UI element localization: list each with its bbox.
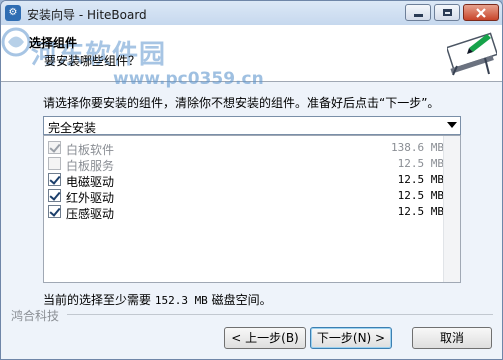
watermark-url: www.pc0359.cn — [113, 69, 264, 89]
component-size: 12.5 MB — [397, 157, 444, 170]
page-title: 选择组件 — [29, 36, 78, 50]
component-item[interactable]: 压感驱动 12.5 MB — [48, 204, 444, 221]
component-size: 12.5 MB — [397, 189, 444, 202]
install-type-dropdown[interactable]: 完全安装 — [43, 116, 461, 135]
footer-divider — [67, 314, 493, 315]
title-bar[interactable]: ⚙ 安装向导 - HiteBoard — [1, 1, 502, 25]
component-item: 白板服务 12.5 MB — [48, 156, 444, 173]
page-subtitle: 要安装哪些组件？ — [44, 54, 141, 68]
disk-space-suffix: 磁盘空间。 — [207, 293, 272, 307]
maximize-icon — [442, 9, 452, 16]
minimize-icon — [413, 14, 423, 17]
disk-space-prefix: 当前的选择至少需要 — [43, 293, 155, 307]
list-scrollbar[interactable] — [443, 136, 460, 282]
disk-space-value: 152.3 MB — [154, 294, 208, 307]
disk-space-text: 当前的选择至少需要 152.3 MB 磁盘空间。 — [43, 291, 272, 308]
component-item: 白板软件 138.6 MB — [48, 140, 444, 157]
component-checkbox[interactable] — [48, 173, 61, 186]
component-checkbox[interactable] — [48, 189, 61, 202]
component-size: 12.5 MB — [397, 173, 444, 186]
instruction-text: 请选择你要安装的组件，清除你不想安装的组件。准备好后点击“下一步”。 — [43, 96, 440, 110]
close-icon — [476, 7, 486, 18]
chevron-down-icon — [447, 122, 457, 128]
back-button[interactable]: < 上一步(B) — [224, 327, 306, 349]
installer-window: ⚙ 安装向导 - HiteBoard 河东软件园 选择组件 要安装哪些组件？ w… — [0, 0, 503, 360]
brand-label: 鸿合科技 — [11, 309, 60, 323]
component-checkbox[interactable] — [48, 205, 61, 218]
cancel-button[interactable]: 取消 — [412, 327, 492, 349]
component-size: 138.6 MB — [391, 141, 444, 154]
component-checkbox — [48, 157, 61, 170]
maximize-button[interactable] — [434, 4, 460, 21]
whiteboard-icon — [447, 32, 497, 76]
component-checkbox — [48, 141, 61, 154]
component-item[interactable]: 红外驱动 12.5 MB — [48, 188, 444, 205]
close-button[interactable] — [463, 4, 499, 21]
minimize-button[interactable] — [405, 4, 431, 21]
component-size: 12.5 MB — [397, 205, 444, 218]
window-title: 安装向导 - HiteBoard — [27, 8, 147, 22]
component-label: 压感驱动 — [66, 207, 115, 221]
component-item[interactable]: 电磁驱动 12.5 MB — [48, 172, 444, 189]
next-button[interactable]: 下一步(N) > — [310, 327, 392, 349]
wizard-header: 河东软件园 选择组件 要安装哪些组件？ www.pc0359.cn — [1, 25, 502, 89]
install-type-value: 完全安装 — [48, 121, 97, 135]
installer-icon: ⚙ — [5, 5, 21, 21]
component-list: 白板软件 138.6 MB 白板服务 12.5 MB 电磁驱动 12.5 MB … — [43, 135, 461, 283]
